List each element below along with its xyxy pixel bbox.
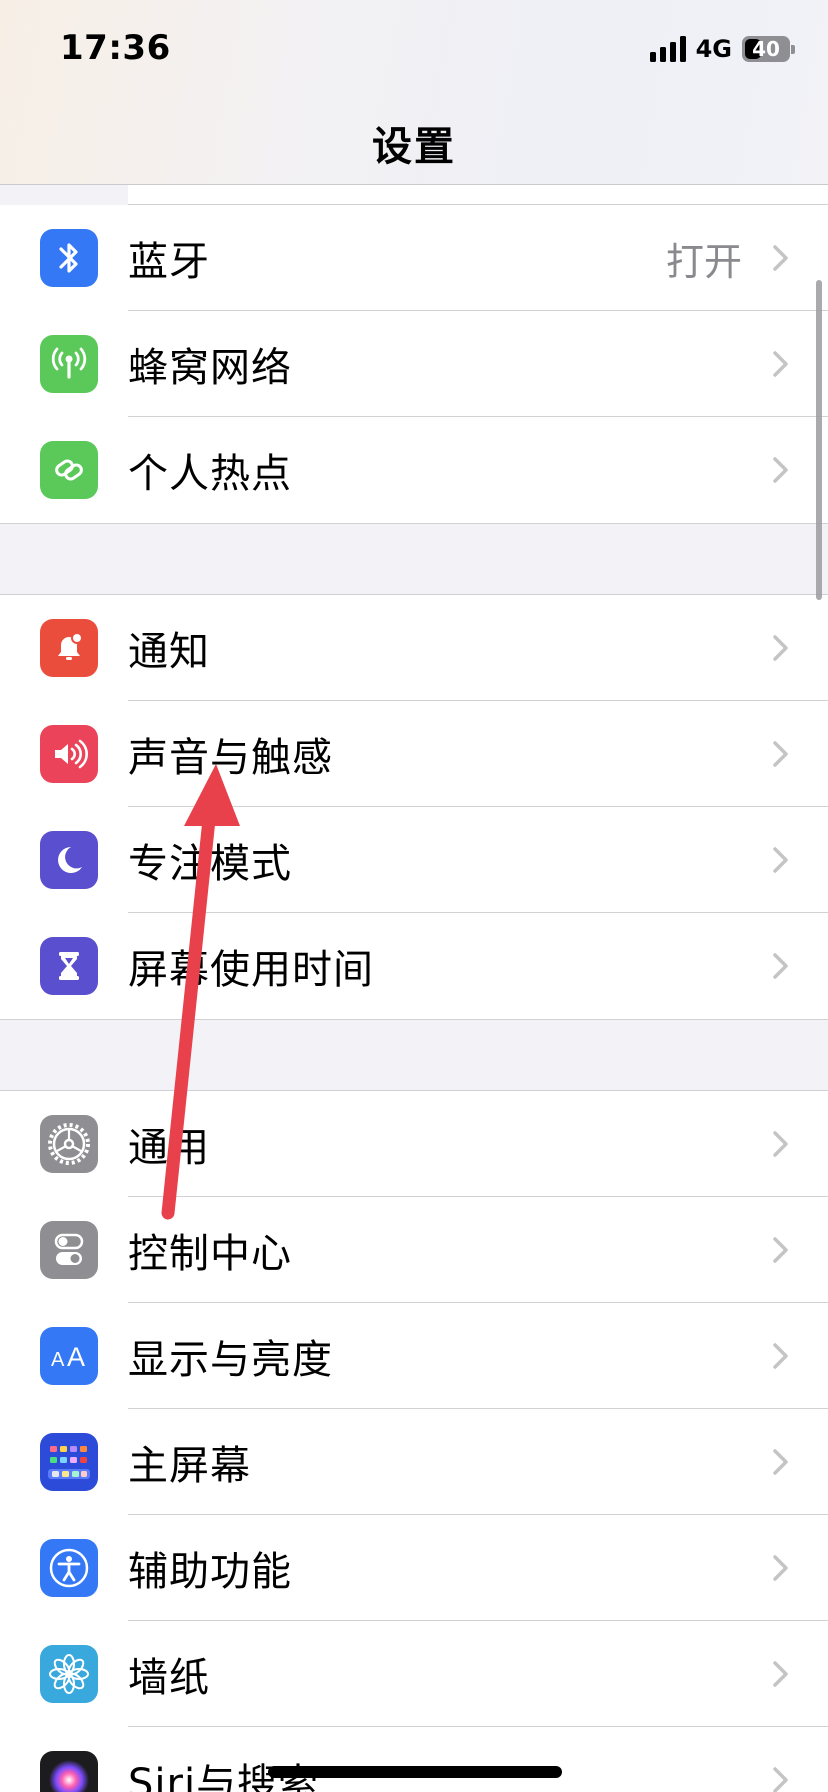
settings-item-wallpaper[interactable]: 墙纸 [0,1621,828,1727]
chevron-right-icon [773,1767,788,1792]
chevron-right-icon [773,847,788,873]
network-type: 4G [695,35,732,63]
settings-item-label: 辅助功能 [128,1549,292,1595]
settings-item-label: 屏幕使用时间 [128,947,374,993]
settings-list: 蓝牙 打开 蜂窝网络 个人热点 通知 声音与触感 专注模式 屏幕使用时间 通用 … [0,185,828,1792]
settings-item-value: 打开 [665,239,742,284]
home-grid-icon [40,1433,98,1491]
flower-icon [40,1645,98,1703]
bluetooth-icon [40,229,98,287]
top-bar: 17:36 4G 40 设置 [0,0,828,185]
settings-item-label: 控制中心 [128,1231,292,1277]
signal-strength-icon [649,36,686,62]
settings-item-notifications[interactable]: 通知 [0,595,828,701]
settings-item-focus[interactable]: 专注模式 [0,807,828,913]
settings-item-home-screen[interactable]: 主屏幕 [0,1409,828,1515]
page-title: 设置 [372,124,456,170]
moon-icon [40,831,98,889]
toggles-icon [40,1221,98,1279]
svg-text:A: A [51,1349,65,1371]
settings-item-label: 个人热点 [128,451,292,497]
speaker-icon [40,725,98,783]
settings-group-attention: 通知 声音与触感 专注模式 屏幕使用时间 [0,594,828,1020]
settings-item-label: 声音与触感 [128,735,333,781]
settings-item-control-center[interactable]: 控制中心 [0,1197,828,1303]
status-time: 17:36 [60,28,171,68]
chevron-right-icon [773,351,788,377]
chevron-right-icon [773,1661,788,1687]
chevron-right-icon [773,457,788,483]
settings-item-label: 墙纸 [128,1655,210,1701]
settings-item-sounds[interactable]: 声音与触感 [0,701,828,807]
settings-item-bluetooth[interactable]: 蓝牙 打开 [0,205,828,311]
chevron-right-icon [773,1131,788,1157]
settings-item-label: 显示与亮度 [128,1337,333,1383]
gear-icon [40,1115,98,1173]
svg-text:A: A [67,1342,85,1372]
battery-icon: 40 [742,36,795,62]
chevron-right-icon [773,245,788,271]
settings-item-display[interactable]: A A 显示与亮度 [0,1303,828,1409]
chevron-right-icon [773,741,788,767]
chevron-right-icon [773,1555,788,1581]
chevron-right-icon [773,1343,788,1369]
settings-item-label: 主屏幕 [128,1443,251,1489]
settings-group-general: 通用 控制中心 A A 显示与亮度 主屏幕 辅助功能 墙纸 Siri与搜索 [0,1090,828,1792]
chevron-right-icon [773,635,788,661]
hourglass-icon [40,937,98,995]
status-indicators: 4G 40 [649,34,795,64]
settings-group-connectivity: 蓝牙 打开 蜂窝网络 个人热点 [0,205,828,524]
siri-icon [40,1751,98,1792]
cellular-antenna-icon [40,335,98,393]
chevron-right-icon [773,1449,788,1475]
accessibility-icon [40,1539,98,1597]
settings-item-cellular[interactable]: 蜂窝网络 [0,311,828,417]
settings-item-general[interactable]: 通用 [0,1091,828,1197]
settings-item-label: 蓝牙 [128,239,210,285]
settings-item-accessibility[interactable]: 辅助功能 [0,1515,828,1621]
chevron-right-icon [773,1237,788,1263]
text-size-icon: A A [40,1327,98,1385]
settings-screen: 17:36 4G 40 设置 蓝牙 打开 蜂窝网络 个人热点 通知 声音与触感 … [0,0,828,1792]
previous-row-remnant [128,185,828,205]
hotspot-link-icon [40,441,98,499]
settings-item-screen-time[interactable]: 屏幕使用时间 [0,913,828,1019]
settings-item-label: 通用 [128,1125,210,1171]
home-indicator[interactable] [268,1766,562,1778]
settings-item-siri[interactable]: Siri与搜索 [0,1727,828,1792]
settings-item-label: 蜂窝网络 [128,345,292,391]
chevron-right-icon [773,953,788,979]
settings-item-label: 通知 [128,629,210,675]
settings-item-label: 专注模式 [128,841,292,887]
notification-bell-icon [40,619,98,677]
battery-level: 40 [752,37,780,61]
scroll-indicator[interactable] [816,280,822,600]
settings-item-hotspot[interactable]: 个人热点 [0,417,828,523]
